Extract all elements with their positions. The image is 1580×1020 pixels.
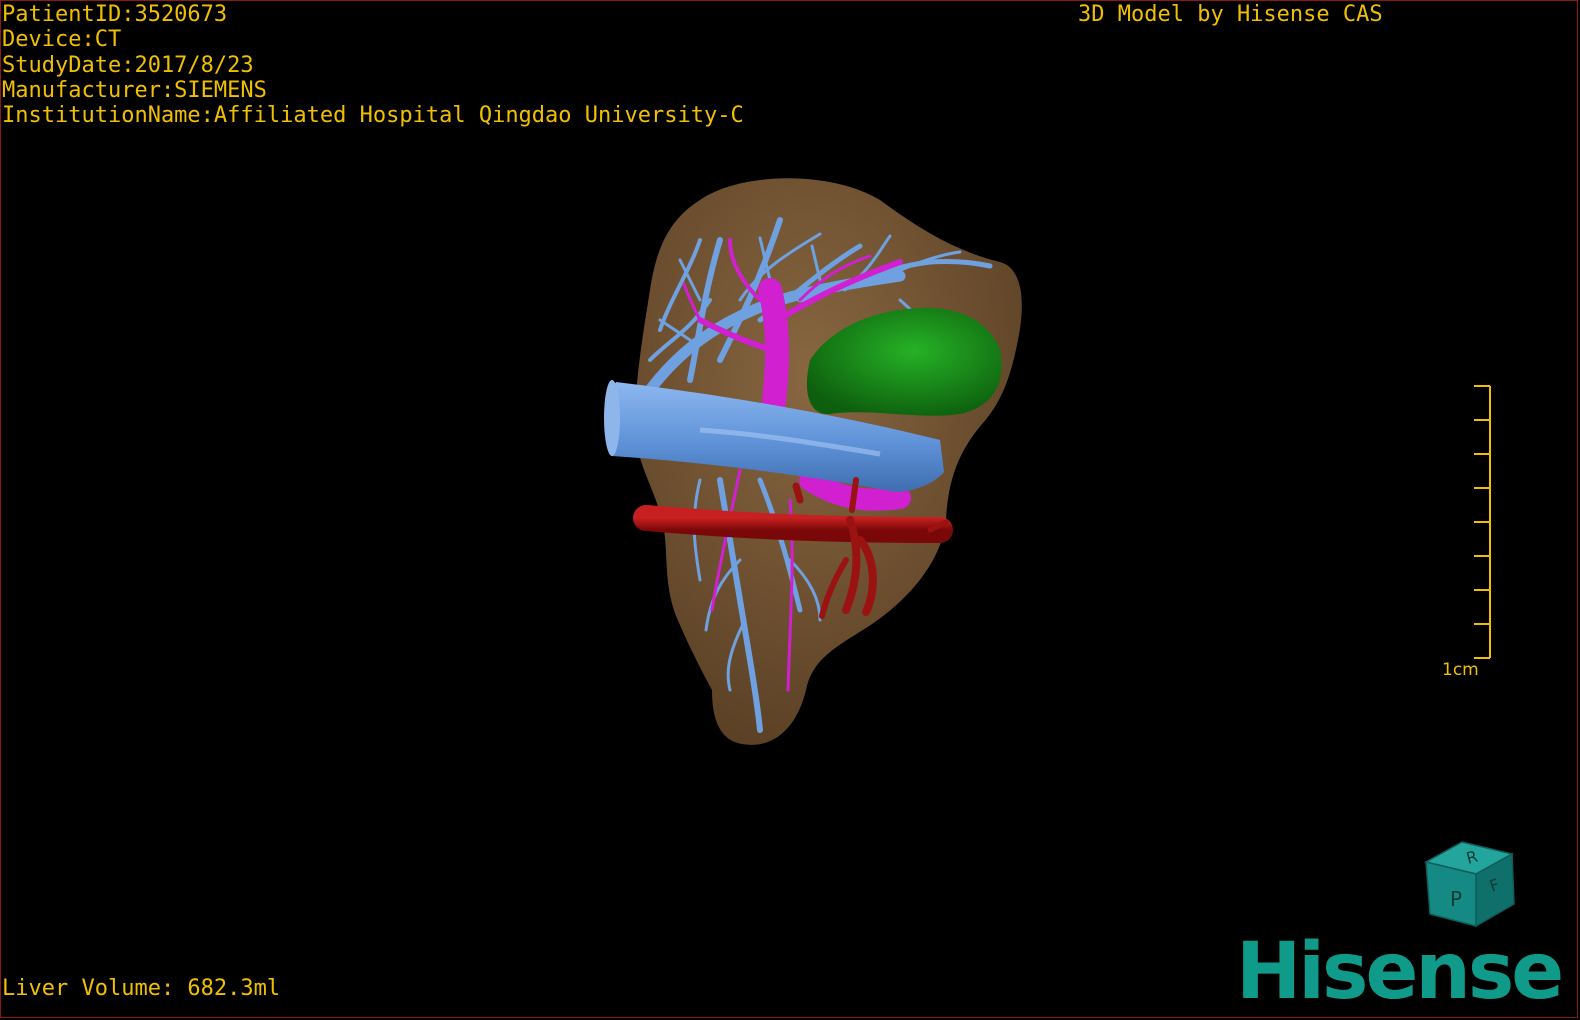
scale-bar-label: 1cm xyxy=(1442,660,1479,680)
patient-id: PatientID:3520673 xyxy=(2,2,228,27)
liver-volume: Liver Volume: 682.3ml xyxy=(2,976,281,1001)
patient-metadata: PatientID:3520673 Device:CT StudyDate:20… xyxy=(2,2,744,128)
orientation-cube[interactable]: R F P xyxy=(1423,841,1515,928)
3d-viewport[interactable]: R F P xyxy=(0,0,1580,1020)
scale-bar xyxy=(1474,385,1491,659)
institution-name: InstitutionName:Affiliated Hospital Qing… xyxy=(2,103,744,129)
hisense-logo: Hisense xyxy=(1236,927,1564,1017)
study-date: StudyDate:2017/8/23 xyxy=(2,52,254,78)
model-title: 3D Model by Hisense CAS xyxy=(1078,2,1383,27)
device: Device:CT xyxy=(2,27,122,53)
cube-face-front: P xyxy=(1450,887,1462,911)
manufacturer: Manufacturer:SIEMENS xyxy=(2,77,267,103)
